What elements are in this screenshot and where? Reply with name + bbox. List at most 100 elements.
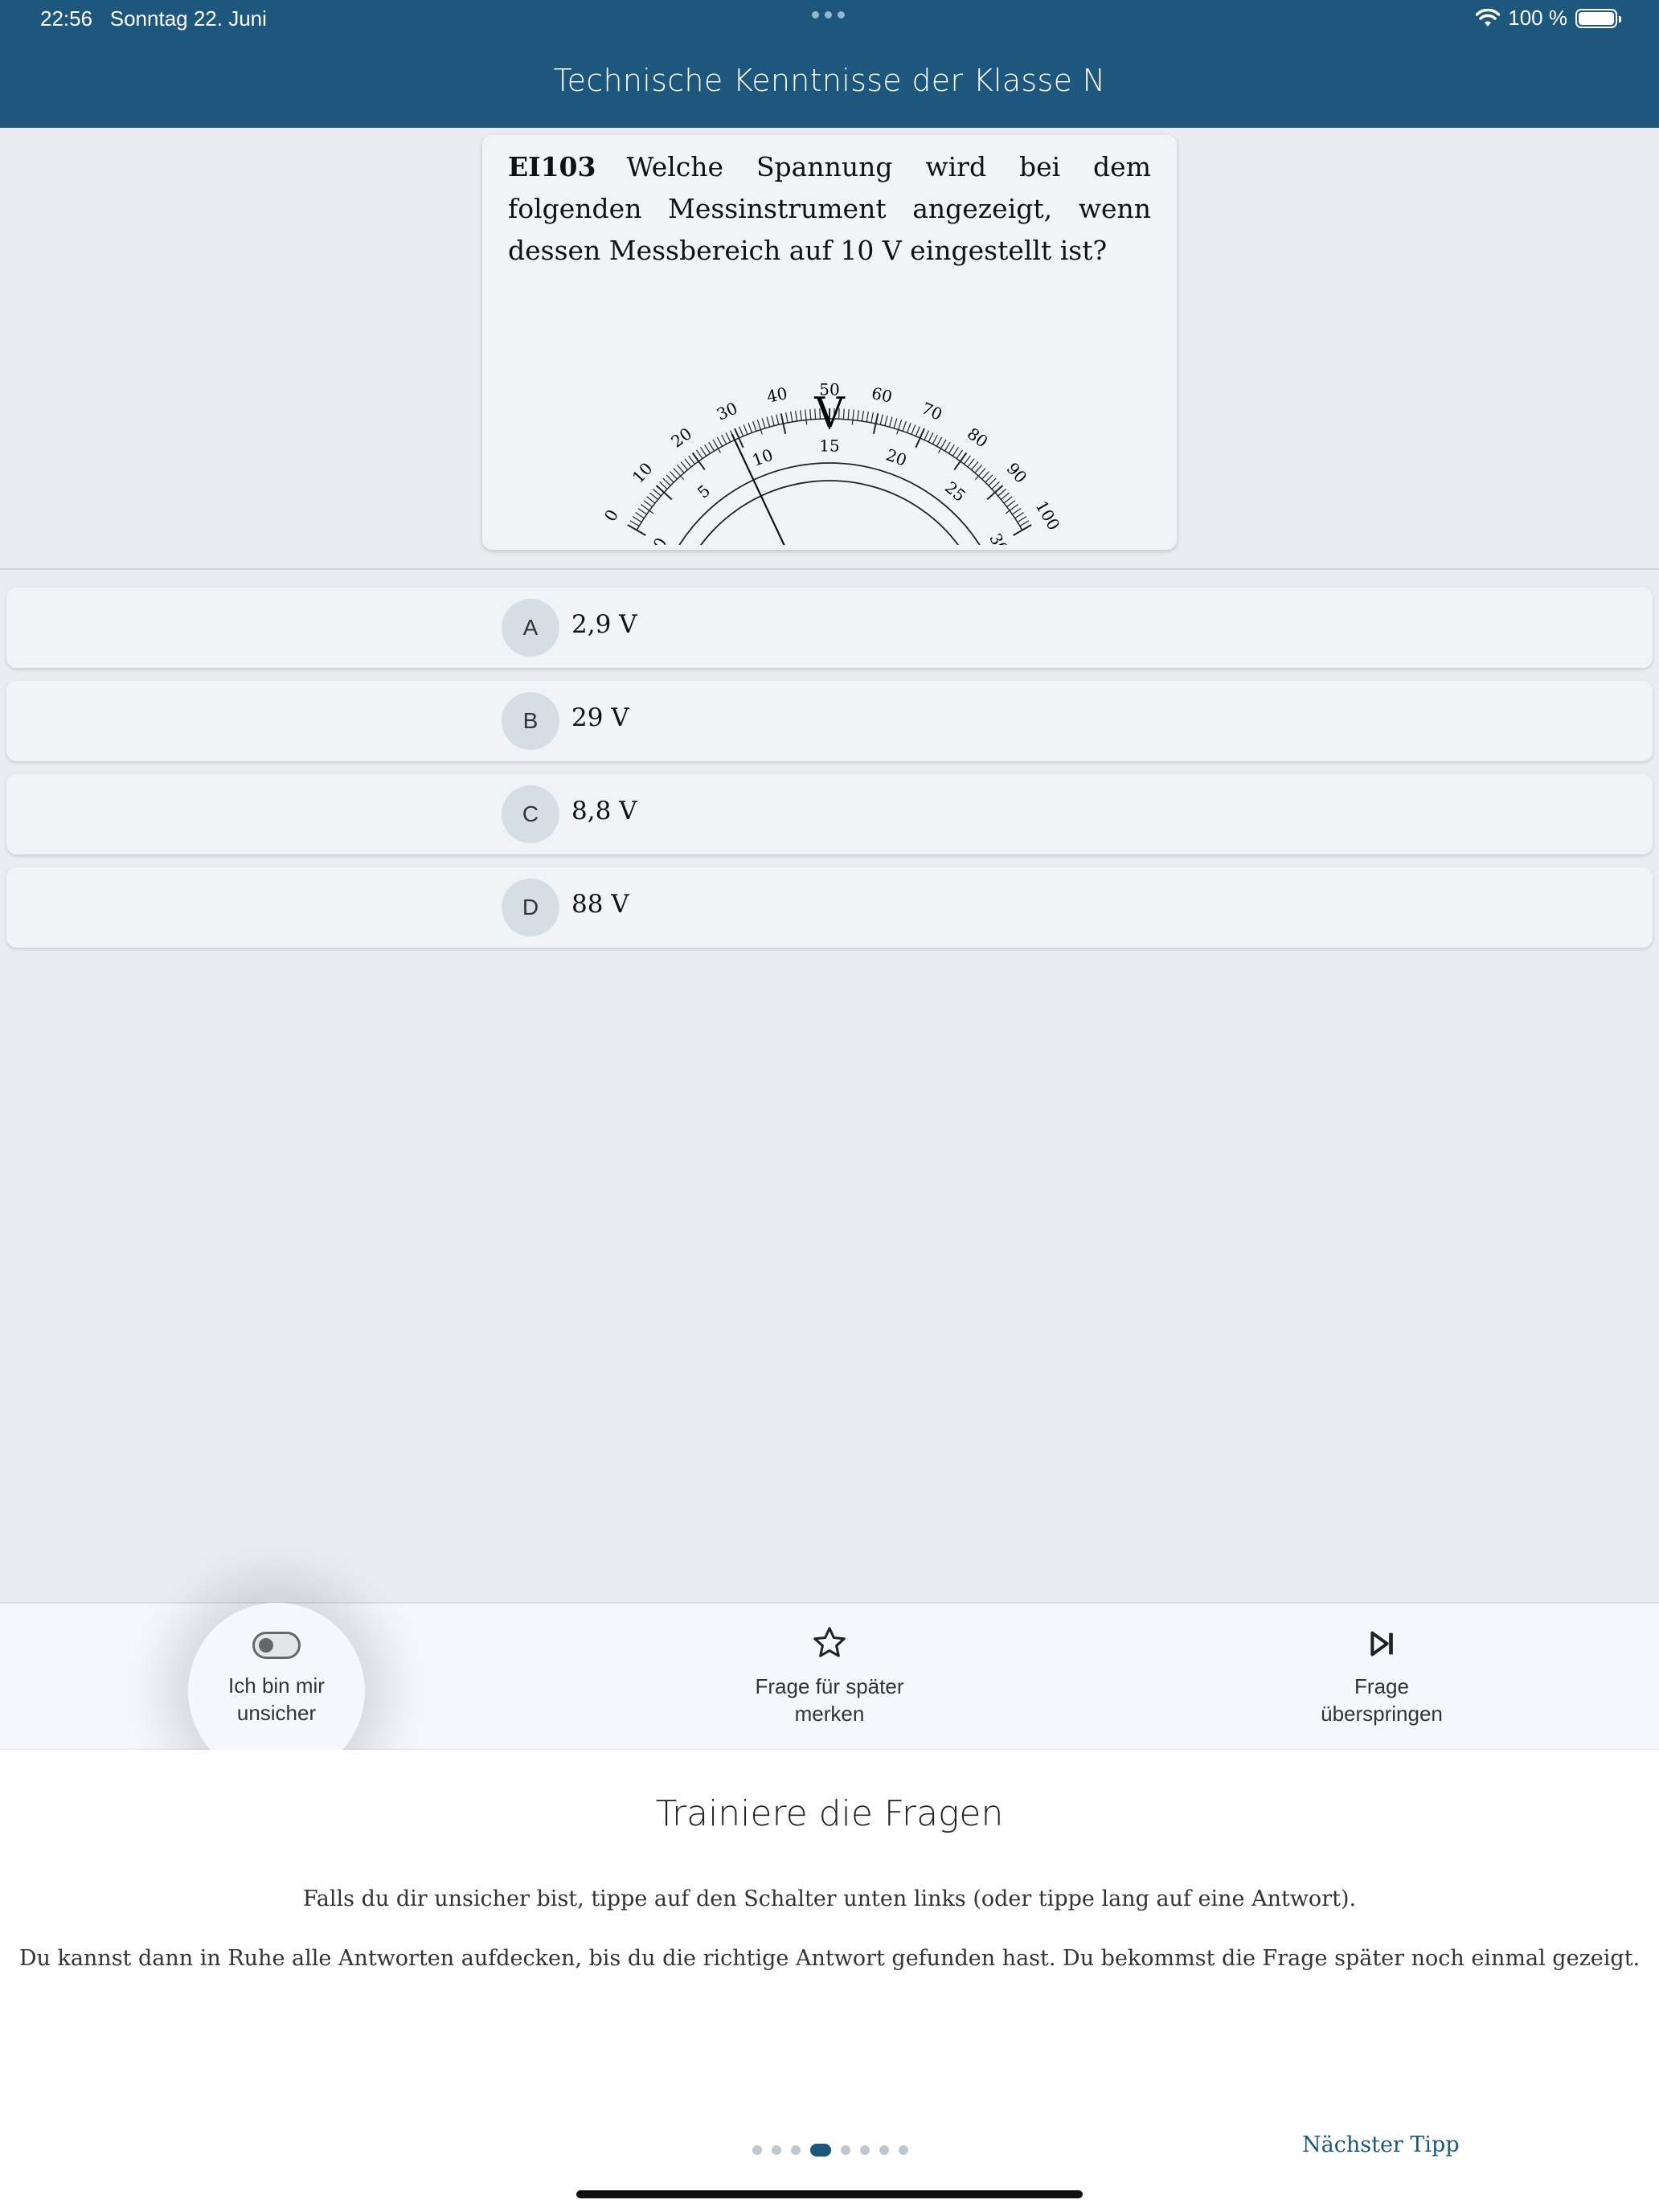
- meter-tick: [906, 422, 911, 433]
- meter-tick: [677, 465, 685, 473]
- mark-for-later-button[interactable]: Frage für später merken: [722, 1604, 937, 1727]
- tips-panel: Trainiere die Fragen Falls du dir unsich…: [0, 1750, 1659, 2212]
- toggle-switch-icon[interactable]: [252, 1632, 301, 1659]
- meter-tick: [800, 410, 802, 421]
- answer-letter: B: [502, 692, 559, 750]
- pager-dot[interactable]: [810, 2144, 831, 2157]
- meter-outer-label: 40: [765, 383, 789, 407]
- meter-tick: [1017, 516, 1027, 523]
- meter-tick: [688, 455, 696, 465]
- meter-tick: [739, 426, 744, 436]
- meter-tick: [785, 412, 789, 424]
- pager-dot[interactable]: [791, 2145, 801, 2155]
- meter-tick: [653, 489, 662, 497]
- meter-outer-label: 80: [964, 424, 992, 451]
- meter-tick: [716, 436, 723, 447]
- question-text: EI103 Welche Spannung wird bei dem folgen…: [508, 151, 1151, 266]
- pager-dot[interactable]: [772, 2145, 781, 2155]
- pager-dot[interactable]: [841, 2145, 850, 2155]
- tips-title: Trainiere die Fragen: [655, 1793, 1004, 1834]
- tips-pager[interactable]: [752, 2144, 908, 2157]
- answer-text: 8,8 V: [571, 797, 637, 825]
- meter-tick: [670, 471, 678, 480]
- meter-tick: [948, 444, 955, 454]
- meter-tick: [963, 455, 971, 465]
- meter-tick: [761, 418, 766, 428]
- meter-tick: [902, 420, 907, 432]
- pager-dot[interactable]: [860, 2145, 870, 2155]
- answer-option-a[interactable]: A 2,9 V: [6, 588, 1653, 668]
- meter-tick: [721, 434, 727, 444]
- meter-tick: [1019, 520, 1030, 527]
- meter-tick: [893, 418, 898, 428]
- meter-tick: [662, 477, 671, 486]
- meter-inner-label: 0: [649, 535, 671, 545]
- answer-text: 29 V: [571, 703, 629, 732]
- meter-inner-label: 5: [694, 481, 714, 502]
- meter-tick: [971, 461, 979, 470]
- meter-tick: [928, 432, 934, 443]
- meter-tick: [1001, 492, 1010, 500]
- answer-option-c[interactable]: C 8,8 V: [6, 774, 1653, 854]
- meter-outer-label: 70: [919, 398, 945, 424]
- meter-tick: [629, 520, 640, 527]
- question-card: EI103 Welche Spannung wird bei dem folgen…: [482, 135, 1177, 550]
- meter-inner-label: 20: [883, 445, 909, 470]
- voltmeter-image: 010203040 50 607080901000510 15 202530V: [600, 380, 1063, 545]
- meter-inner-label: 10: [750, 445, 776, 470]
- meter-outer-label: 60: [870, 383, 894, 407]
- meter-tick: [884, 415, 888, 426]
- pager-dot[interactable]: [752, 2145, 762, 2155]
- tips-paragraph: Du kannst dann in Ruhe alle Antworten au…: [18, 1946, 1641, 1971]
- meter-tick: [748, 422, 753, 433]
- status-right: 100 %: [1476, 6, 1621, 31]
- meter-tick: [708, 441, 715, 452]
- meter-tick: [915, 426, 920, 436]
- answer-option-b[interactable]: B 29 V: [6, 681, 1653, 761]
- meter-tick: [643, 500, 653, 508]
- meter-tick: [944, 441, 951, 452]
- meter-tick: [696, 449, 703, 459]
- skip-next-icon: [1370, 1631, 1393, 1657]
- answer-option-d[interactable]: D 88 V: [6, 867, 1653, 948]
- question-id: EI103: [508, 151, 596, 182]
- meter-outer-label: 20: [667, 424, 695, 451]
- pager-dot[interactable]: [879, 2145, 889, 2155]
- meter-tick: [866, 411, 869, 422]
- meter-tick: [870, 412, 874, 424]
- meter-tick: [666, 474, 674, 483]
- meter-tick: [988, 477, 997, 486]
- meter-tick: [952, 447, 959, 457]
- battery-icon: [1575, 8, 1621, 28]
- next-tip-button[interactable]: Nächster Tipp: [1302, 2132, 1460, 2157]
- meter-tick: [1014, 512, 1024, 519]
- meter-tick: [684, 458, 692, 468]
- meter-tick: [936, 436, 943, 447]
- meter-mirror-band: [678, 462, 981, 545]
- tips-paragraph: Falls du dir unsicher bist, tippe auf de…: [302, 1886, 1357, 1911]
- meter-outer-label: 90: [1003, 459, 1031, 487]
- meter-tick: [805, 409, 808, 425]
- divider: [0, 568, 1659, 570]
- meter-tick: [752, 420, 757, 432]
- meter-tick: [637, 508, 647, 515]
- meter-tick: [632, 516, 642, 523]
- meter-tick: [985, 474, 993, 483]
- page-title: Technische Kenntnisse der Klasse N: [553, 63, 1106, 98]
- meter-unit-label: V: [813, 390, 846, 438]
- meter-tick: [861, 411, 864, 422]
- pager-dot[interactable]: [899, 2145, 908, 2155]
- meter-tick: [974, 465, 982, 473]
- meter-tick: [956, 449, 963, 459]
- home-indicator[interactable]: [576, 2190, 1083, 2198]
- skip-question-button[interactable]: Frage überspringen: [1273, 1604, 1490, 1727]
- meter-tick: [932, 434, 938, 444]
- star-icon: [813, 1627, 846, 1657]
- meter-tick: [896, 420, 903, 435]
- status-time: 22:56 Sonntag 22. Juni: [40, 6, 267, 31]
- meter-tick: [847, 408, 850, 420]
- multitasking-dots-icon[interactable]: [812, 11, 845, 18]
- meter-tick: [795, 411, 798, 422]
- meter-tick: [704, 444, 711, 454]
- meter-tick: [659, 481, 668, 490]
